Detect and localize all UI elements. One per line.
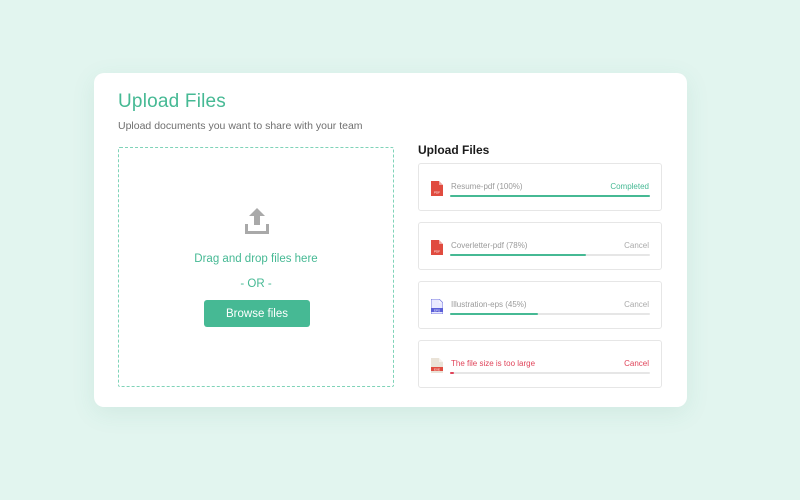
progress-track <box>450 195 650 197</box>
upload-icon <box>245 208 269 234</box>
file-item: PDF Resume-pdf (100%) Completed <box>418 163 662 211</box>
file-type-label: EXE <box>434 367 440 371</box>
progress-fill <box>450 195 650 197</box>
pdf-file-icon: PDF <box>431 240 443 255</box>
file-name: Resume-pdf (100%) <box>451 182 523 191</box>
file-type-label: PDF <box>434 249 440 253</box>
progress-track <box>450 254 650 256</box>
progress-fill <box>450 372 454 374</box>
progress-track <box>450 372 650 374</box>
file-item: EPS Illustration-eps (45%) Cancel <box>418 281 662 329</box>
browse-files-button[interactable]: Browse files <box>204 300 310 327</box>
pdf-file-icon: PDF <box>431 181 443 196</box>
file-item: EXE The file size is too large Cancel <box>418 340 662 388</box>
file-item: PDF Coverletter-pdf (78%) Cancel <box>418 222 662 270</box>
upload-card: Upload Files Upload documents you want t… <box>94 73 687 407</box>
progress-fill <box>450 313 538 315</box>
file-error-message: The file size is too large <box>451 359 536 368</box>
page-title: Upload Files <box>118 91 227 112</box>
file-name: Coverletter-pdf (78%) <box>451 241 528 250</box>
cancel-button[interactable]: Cancel <box>624 241 649 250</box>
exe-file-icon: EXE <box>431 358 443 373</box>
or-separator: - OR - <box>240 278 272 290</box>
upload-list-title: Upload Files <box>418 143 490 157</box>
cancel-button[interactable]: Cancel <box>624 359 649 368</box>
file-type-label: EPS <box>434 308 440 312</box>
progress-fill <box>450 254 586 256</box>
drag-drop-text: Drag and drop files here <box>194 253 318 265</box>
file-name: Illustration-eps (45%) <box>451 300 527 309</box>
eps-file-icon: EPS <box>431 299 443 314</box>
completed-status: Completed <box>610 182 649 191</box>
cancel-button[interactable]: Cancel <box>624 300 649 309</box>
file-type-label: PDF <box>434 190 440 194</box>
file-list: PDF Resume-pdf (100%) Completed PDF Coverlet… <box>418 163 662 399</box>
page-subtitle: Upload documents you want to share with … <box>118 120 363 132</box>
drop-zone[interactable]: Drag and drop files here - OR - Browse f… <box>118 147 394 387</box>
progress-track <box>450 313 650 315</box>
